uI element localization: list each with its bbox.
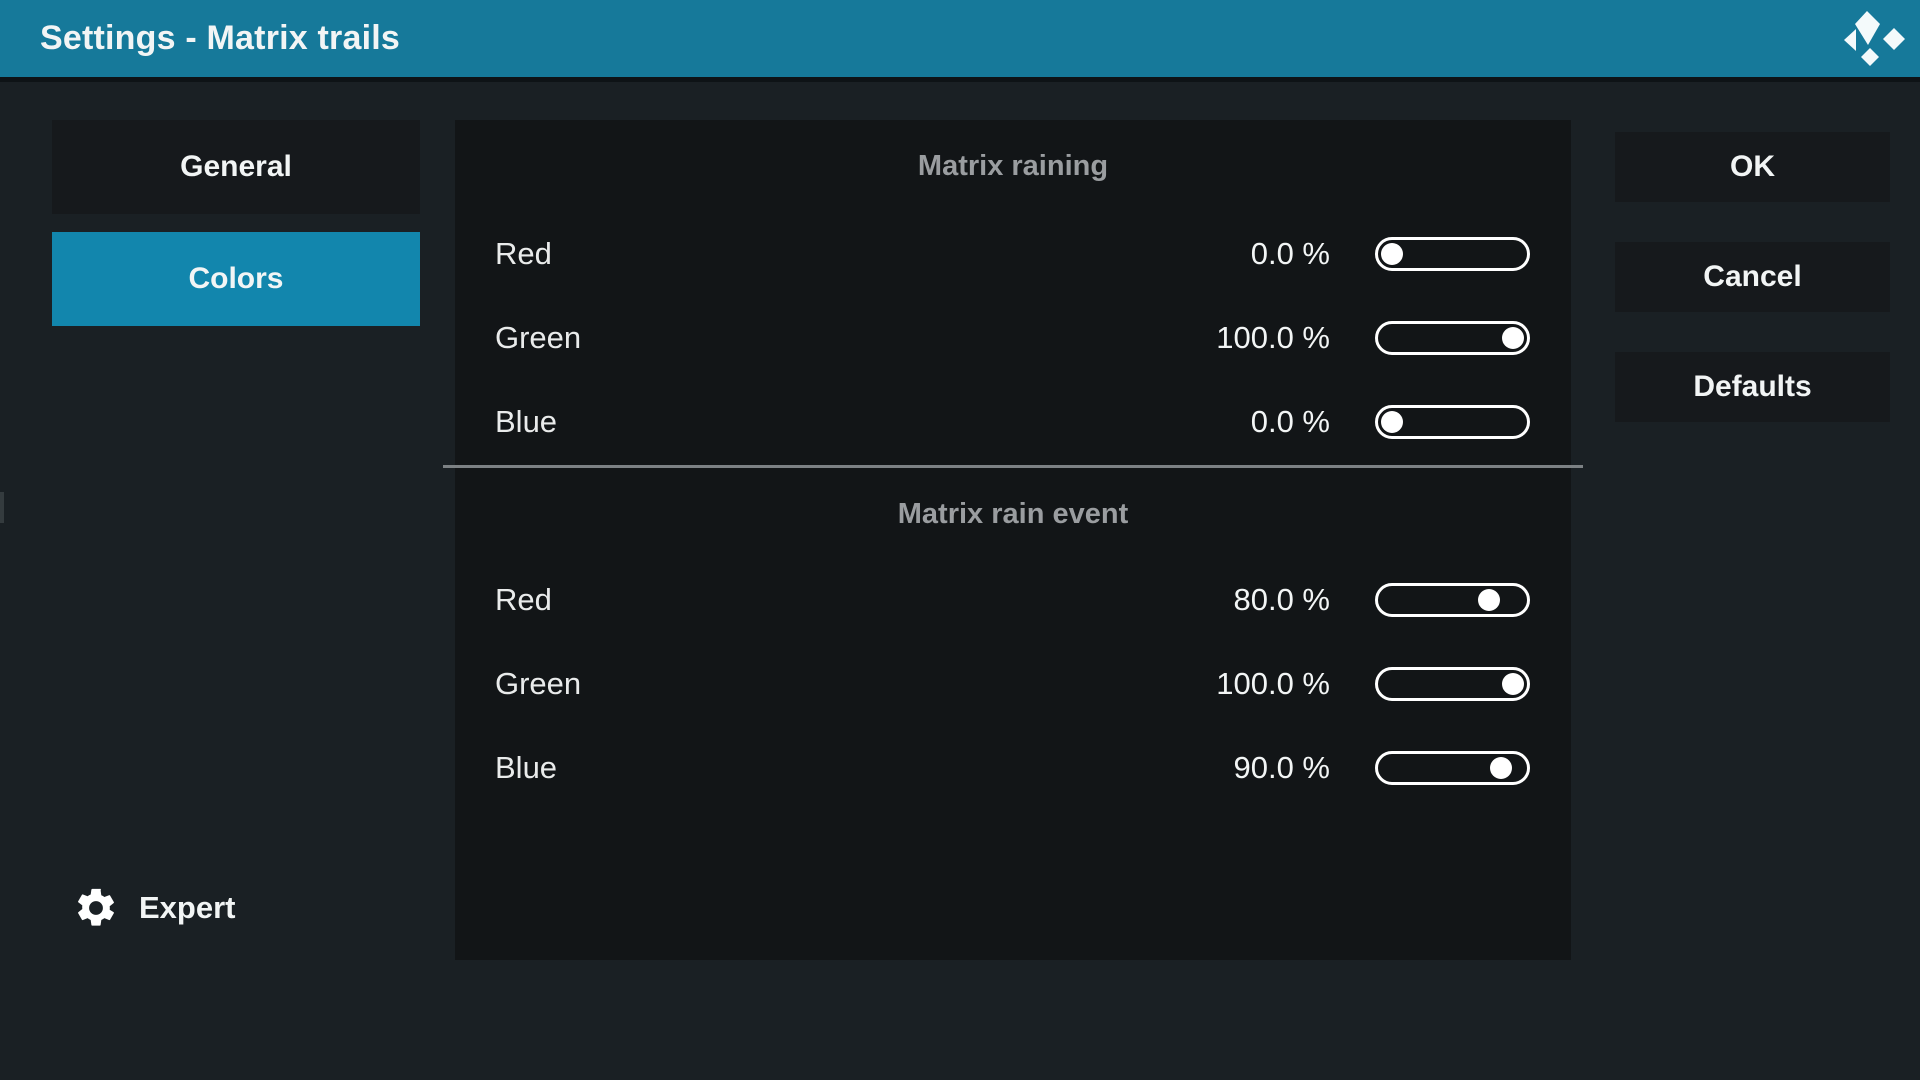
setting-value: 100.0 %	[1216, 320, 1330, 356]
setting-value: 80.0 %	[1233, 582, 1330, 618]
setting-label: Green	[495, 666, 581, 702]
kodi-logo-icon	[1828, 3, 1918, 83]
cancel-button[interactable]: Cancel	[1615, 242, 1890, 312]
setting-value: 0.0 %	[1251, 404, 1330, 440]
section-rows: Red 80.0 % Green 100.0 % Blue 90.0 %	[455, 558, 1571, 810]
sidebar-item-label: Colors	[188, 262, 283, 296]
setting-label: Blue	[495, 404, 557, 440]
red-slider[interactable]	[1375, 583, 1530, 617]
ok-button-label: OK	[1730, 150, 1775, 184]
sidebar-item-general[interactable]: General	[52, 120, 420, 214]
setting-row-blue: Blue 90.0 %	[455, 726, 1571, 810]
setting-label: Blue	[495, 750, 557, 786]
title-bar: Settings - Matrix trails	[0, 0, 1920, 82]
blue-slider[interactable]	[1375, 405, 1530, 439]
section-title-matrix-rain-event: Matrix rain event	[455, 492, 1571, 536]
red-slider[interactable]	[1375, 237, 1530, 271]
setting-row-blue: Blue 0.0 %	[455, 380, 1571, 464]
cancel-button-label: Cancel	[1703, 260, 1801, 294]
setting-label: Green	[495, 320, 581, 356]
setting-label: Red	[495, 236, 552, 272]
settings-level-label: Expert	[139, 890, 235, 926]
page-title: Settings - Matrix trails	[40, 19, 400, 58]
settings-category-sidebar: General Colors	[52, 120, 420, 326]
setting-row-red: Red 80.0 %	[455, 558, 1571, 642]
slider-knob[interactable]	[1502, 673, 1524, 695]
setting-row-red: Red 0.0 %	[455, 212, 1571, 296]
gear-icon	[73, 885, 119, 931]
green-slider[interactable]	[1375, 667, 1530, 701]
section-divider	[443, 465, 1583, 468]
setting-row-green: Green 100.0 %	[455, 296, 1571, 380]
left-edge-scroll-indicator	[0, 492, 4, 523]
section-title-matrix-raining: Matrix raining	[455, 142, 1571, 190]
green-slider[interactable]	[1375, 321, 1530, 355]
settings-level-toggle[interactable]: Expert	[73, 880, 235, 936]
setting-value: 0.0 %	[1251, 236, 1330, 272]
section-rows: Red 0.0 % Green 100.0 % Blue 0.0 %	[455, 212, 1571, 464]
slider-knob[interactable]	[1478, 589, 1500, 611]
blue-slider[interactable]	[1375, 751, 1530, 785]
defaults-button[interactable]: Defaults	[1615, 352, 1890, 422]
settings-panel: Matrix raining Red 0.0 % Green 100.0 % B…	[455, 120, 1571, 960]
setting-label: Red	[495, 582, 552, 618]
slider-knob[interactable]	[1490, 757, 1512, 779]
setting-value: 90.0 %	[1233, 750, 1330, 786]
sidebar-item-colors[interactable]: Colors	[52, 232, 420, 326]
slider-knob[interactable]	[1502, 327, 1524, 349]
slider-knob[interactable]	[1381, 243, 1403, 265]
dialog-actions: OK Cancel Defaults	[1615, 132, 1890, 422]
slider-knob[interactable]	[1381, 411, 1403, 433]
ok-button[interactable]: OK	[1615, 132, 1890, 202]
setting-row-green: Green 100.0 %	[455, 642, 1571, 726]
defaults-button-label: Defaults	[1693, 370, 1811, 404]
setting-value: 100.0 %	[1216, 666, 1330, 702]
sidebar-item-label: General	[180, 150, 292, 184]
